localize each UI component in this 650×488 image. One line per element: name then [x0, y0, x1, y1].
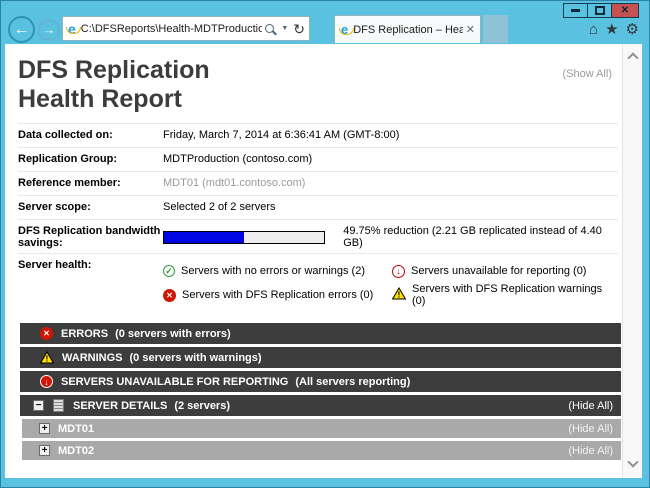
bandwidth-text: 49.75% reduction (2.21 GB replicated ins… [343, 225, 618, 249]
error-circle-icon: ✕ [40, 327, 53, 340]
vertical-scrollbar[interactable] [622, 44, 642, 478]
section-server-details[interactable]: − SERVER DETAILS (2 servers) (Hide All) [20, 395, 621, 416]
forward-button[interactable]: → [38, 19, 60, 41]
warning-triangle-icon: ! [40, 351, 54, 364]
ie-tab-icon: e [341, 23, 348, 37]
browser-window: ✕ ← → e C:\DFSReports\Health-MDTProducti… [0, 0, 650, 488]
svg-text:!: ! [46, 355, 49, 364]
section-unavailable[interactable]: ↓ SERVERS UNAVAILABLE FOR REPORTING (All… [20, 371, 621, 392]
section-title: WARNINGS [62, 352, 123, 364]
server-icon [53, 399, 64, 412]
warning-triangle-icon: ! [392, 287, 406, 303]
address-text[interactable]: C:\DFSReports\Health-MDTProduction-07Ma [81, 23, 263, 35]
section-count: (0 servers with warnings) [130, 352, 262, 364]
info-row-data-collected: Data collected on: Friday, March 7, 2014… [18, 123, 618, 147]
info-label: DFS Replication bandwidth savings: [18, 225, 163, 249]
minimize-button[interactable] [563, 3, 588, 18]
unavailable-circle-icon: ↓ [40, 375, 53, 388]
info-value: Friday, March 7, 2014 at 6:36:41 AM (GMT… [163, 129, 399, 143]
report-header: DFS Replication Health Report (Show All) [5, 44, 622, 114]
gear-icon[interactable]: ⚙ [626, 21, 639, 38]
health-item-label: Servers with DFS Replication errors (0) [182, 289, 373, 301]
hide-all-link[interactable]: (Hide All) [568, 400, 613, 412]
report-page: DFS Replication Health Report (Show All)… [5, 44, 622, 478]
scroll-up-icon[interactable] [627, 52, 638, 63]
unavailable-circle-icon: ↓ [392, 265, 405, 278]
tab-dfs-replication[interactable]: e DFS Replication – Health Re... ✕ [334, 15, 481, 43]
show-all-link[interactable]: (Show All) [562, 68, 612, 80]
health-item-errors: ✕ Servers with DFS Replication errors (0… [163, 289, 392, 302]
server-row-mdt01[interactable]: + MDT01 (Hide All) [22, 419, 621, 438]
hide-all-link[interactable]: (Hide All) [568, 445, 613, 457]
info-value: MDTProduction (contoso.com) [163, 153, 312, 167]
refresh-icon[interactable]: ↻ [293, 22, 305, 36]
ie-page-icon: e [68, 22, 76, 36]
info-value: Selected 2 of 2 servers [163, 201, 276, 215]
svg-text:!: ! [398, 291, 401, 300]
tab-title: DFS Replication – Health Re... [353, 24, 463, 36]
search-icon[interactable] [265, 24, 274, 33]
section-warnings[interactable]: ! WARNINGS (0 servers with warnings) [20, 347, 621, 368]
health-item-warnings: ! Servers with DFS Replication warnings … [392, 283, 618, 307]
collapse-icon[interactable]: − [33, 400, 44, 411]
bandwidth-value: 49.75% reduction (2.21 GB replicated ins… [163, 225, 618, 249]
close-icon: ✕ [621, 6, 629, 16]
bandwidth-progress-bar [163, 231, 325, 244]
star-icon[interactable]: ★ [605, 21, 618, 38]
section-count: (0 servers with errors) [115, 328, 231, 340]
expand-icon[interactable]: + [39, 445, 50, 456]
new-tab-button[interactable] [483, 15, 508, 43]
minimize-icon [571, 9, 580, 12]
page-title-line2: Health Report [18, 85, 612, 114]
hide-all-link[interactable]: (Hide All) [568, 423, 613, 435]
address-bar[interactable]: e C:\DFSReports\Health-MDTProduction-07M… [62, 16, 310, 41]
health-item-unavailable: ↓ Servers unavailable for reporting (0) [392, 265, 618, 278]
info-label: Replication Group: [18, 153, 163, 167]
report-sections: ✕ ERRORS (0 servers with errors) ! WARNI… [20, 323, 621, 460]
section-title: SERVERS UNAVAILABLE FOR REPORTING [61, 376, 288, 388]
info-label: Server health: [18, 259, 163, 307]
chevron-down-icon[interactable]: ▼ [281, 25, 288, 32]
info-row-bandwidth: DFS Replication bandwidth savings: 49.75… [18, 219, 618, 253]
info-label: Reference member: [18, 177, 163, 191]
tab-close-icon[interactable]: ✕ [463, 23, 475, 36]
report-info-table: Data collected on: Friday, March 7, 2014… [18, 123, 618, 311]
forward-icon: → [43, 22, 56, 37]
check-circle-icon: ✓ [163, 265, 175, 277]
browser-action-icons: ⌂ ★ ⚙ [589, 21, 639, 38]
info-row-server-scope: Server scope: Selected 2 of 2 servers [18, 195, 618, 219]
page-title-line1: DFS Replication [18, 56, 612, 85]
maximize-icon [595, 6, 605, 15]
scroll-down-icon[interactable] [627, 456, 638, 467]
section-title: SERVER DETAILS [73, 400, 167, 412]
info-row-reference-member: Reference member: MDT01 (mdt01.contoso.c… [18, 171, 618, 195]
close-button[interactable]: ✕ [611, 3, 639, 18]
server-name: MDT01 [58, 423, 94, 435]
server-name: MDT02 [58, 445, 94, 457]
info-row-server-health: Server health: ✓ Servers with no errors … [18, 253, 618, 311]
health-item-ok: ✓ Servers with no errors or warnings (2) [163, 265, 392, 277]
back-button[interactable]: ← [8, 16, 35, 43]
section-count: (All servers reporting) [295, 376, 410, 388]
health-item-label: Servers unavailable for reporting (0) [411, 265, 586, 277]
info-label: Server scope: [18, 201, 163, 215]
info-label: Data collected on: [18, 129, 163, 143]
info-row-replication-group: Replication Group: MDTProduction (contos… [18, 147, 618, 171]
expand-icon[interactable]: + [39, 423, 50, 434]
bandwidth-progress-fill [164, 232, 244, 243]
address-controls: ▼ ↻ [262, 22, 305, 36]
health-item-label: Servers with DFS Replication warnings (0… [412, 283, 618, 307]
server-health-grid: ✓ Servers with no errors or warnings (2)… [163, 259, 618, 307]
server-row-mdt02[interactable]: + MDT02 (Hide All) [22, 441, 621, 460]
health-item-label: Servers with no errors or warnings (2) [181, 265, 365, 277]
home-icon[interactable]: ⌂ [589, 21, 598, 38]
section-title: ERRORS [61, 328, 108, 340]
maximize-button[interactable] [587, 3, 612, 18]
back-icon: ← [14, 21, 30, 38]
section-errors[interactable]: ✕ ERRORS (0 servers with errors) [20, 323, 621, 344]
info-value: MDT01 (mdt01.contoso.com) [163, 177, 305, 191]
error-circle-icon: ✕ [163, 289, 176, 302]
window-controls: ✕ [564, 3, 639, 18]
section-count: (2 servers) [174, 400, 230, 412]
